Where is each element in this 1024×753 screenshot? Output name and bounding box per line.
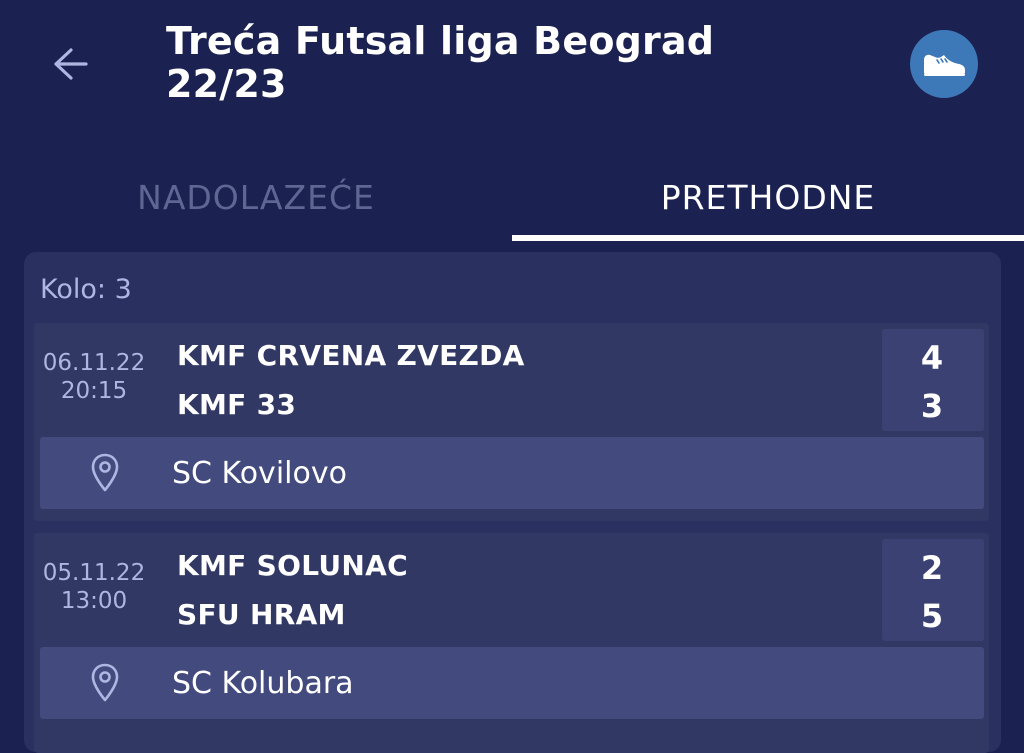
score-box: 4 3	[882, 329, 984, 431]
match-time: 20:15	[60, 378, 128, 404]
round-label: Kolo: 3	[40, 274, 132, 305]
score-box: 2 5	[882, 539, 984, 641]
away-score: 5	[920, 597, 944, 635]
app-header: Treća Futsal liga Beograd 22/23	[0, 0, 1024, 150]
match-date: 06.11.22	[42, 350, 146, 376]
tab-bar: NADOLAZEĆE PRETHODNE	[0, 160, 1024, 242]
shoe-icon	[924, 54, 965, 76]
venue-name: SC Kolubara	[172, 666, 354, 701]
away-score: 3	[920, 387, 944, 425]
match-card[interactable]: 05.11.22 13:00 KMF SOLUNAC SFU HRAM 2 5 …	[34, 533, 989, 753]
title-line-2: 22/23	[166, 62, 287, 106]
match-time: 13:00	[60, 588, 128, 614]
home-score: 2	[920, 549, 944, 587]
sport-filter-button[interactable]	[910, 30, 978, 98]
page-title: Treća Futsal liga Beograd 22/23	[166, 20, 806, 106]
venue-name: SC Kovilovo	[172, 456, 347, 491]
active-tab-indicator	[512, 235, 1024, 241]
title-line-1: Treća Futsal liga Beograd	[166, 19, 715, 63]
home-score: 4	[920, 339, 944, 377]
location-pin-icon	[91, 663, 119, 702]
location-pin-icon	[91, 453, 119, 492]
venue-row[interactable]: SC Kolubara	[40, 647, 984, 719]
back-button[interactable]	[44, 38, 96, 90]
match-datetime: 05.11.22 13:00	[34, 559, 154, 615]
tab-previous[interactable]: PRETHODNE	[512, 160, 1024, 242]
arrow-left-icon	[54, 48, 88, 80]
tab-upcoming[interactable]: NADOLAZEĆE	[0, 160, 512, 242]
match-datetime: 06.11.22 20:15	[34, 349, 154, 405]
home-team: KMF CRVENA ZVEZDA	[177, 339, 525, 372]
home-team: KMF SOLUNAC	[177, 549, 408, 582]
match-card[interactable]: 06.11.22 20:15 KMF CRVENA ZVEZDA KMF 33 …	[34, 323, 989, 521]
venue-row[interactable]: SC Kovilovo	[40, 437, 984, 509]
away-team: SFU HRAM	[177, 598, 346, 631]
away-team: KMF 33	[177, 388, 297, 421]
round-card: Kolo: 3 06.11.22 20:15 KMF CRVENA ZVEZDA…	[24, 252, 1001, 753]
match-date: 05.11.22	[42, 560, 146, 586]
